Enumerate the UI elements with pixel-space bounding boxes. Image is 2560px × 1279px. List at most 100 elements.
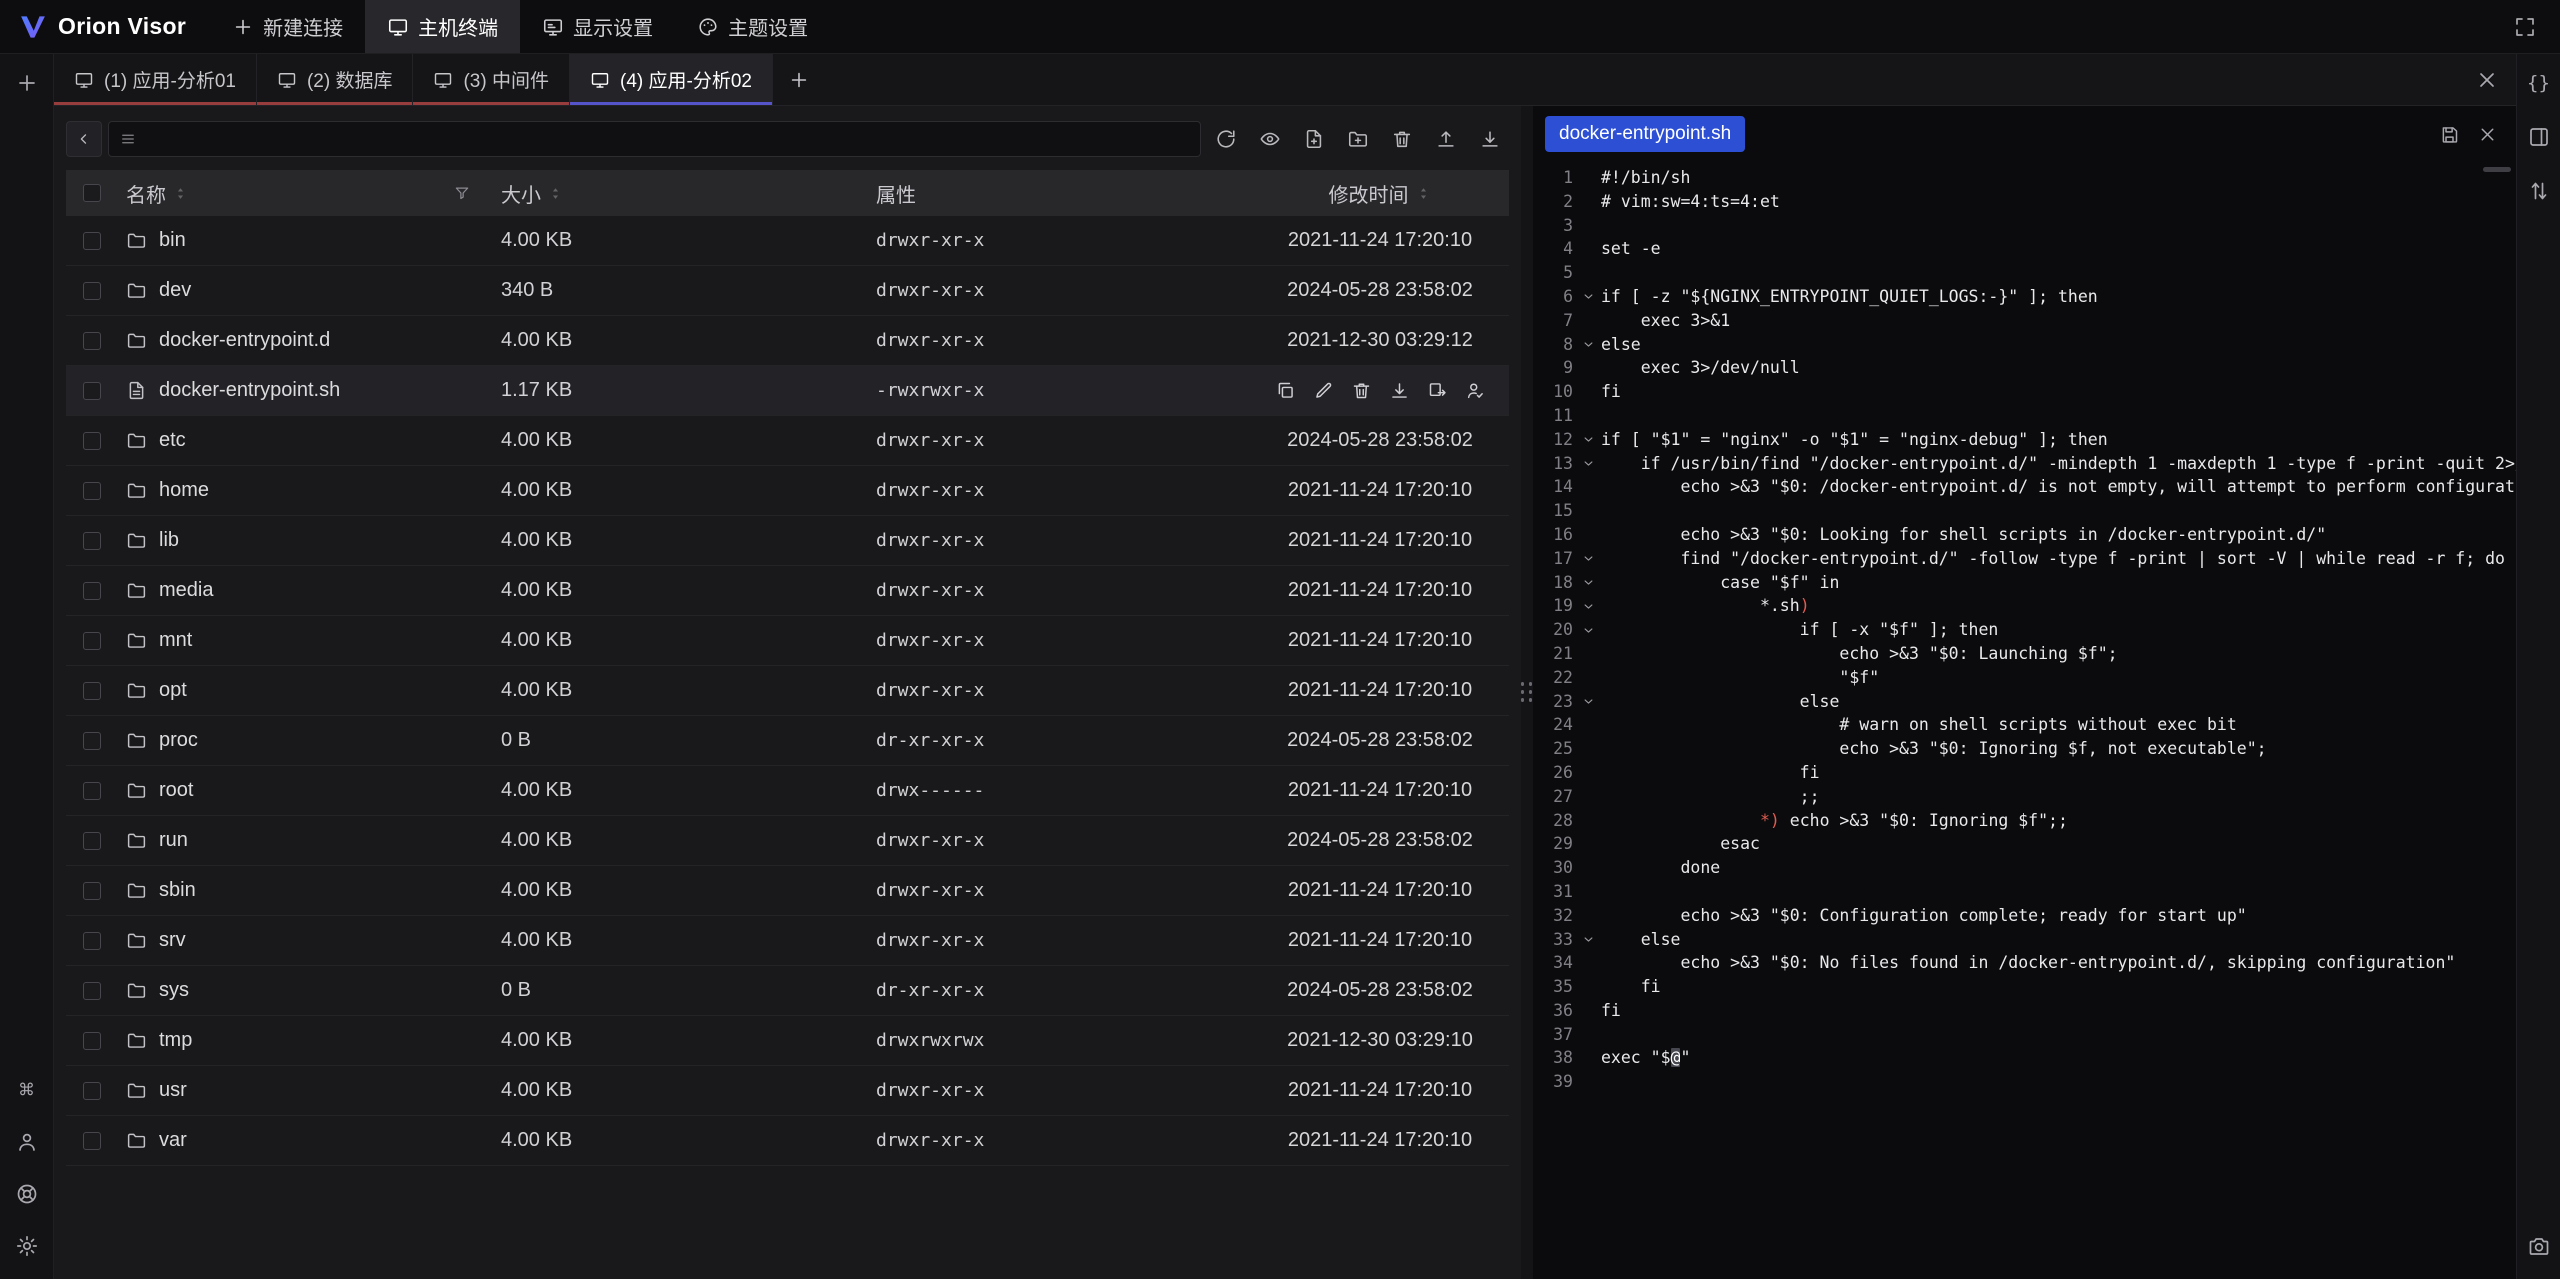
close-editor-button[interactable] <box>2470 117 2504 151</box>
path-input[interactable] <box>108 121 1201 157</box>
row-checkbox[interactable] <box>83 582 101 600</box>
fold-chevron-icon[interactable] <box>1575 928 1601 952</box>
row-permission-button[interactable] <box>1465 380 1486 401</box>
row-checkbox[interactable] <box>83 782 101 800</box>
file-name-cell[interactable]: bin <box>126 229 501 252</box>
file-name-cell[interactable]: root <box>126 779 501 802</box>
refresh-button[interactable] <box>1207 121 1245 157</box>
file-name-cell[interactable]: proc <box>126 729 501 752</box>
file-name-cell[interactable]: lib <box>126 529 501 552</box>
table-row[interactable]: srv4.00 KBdrwxr-xr-x2021-11-24 17:20:10 <box>66 916 1509 966</box>
table-row[interactable]: usr4.00 KBdrwxr-xr-x2021-11-24 17:20:10 <box>66 1066 1509 1116</box>
row-checkbox[interactable] <box>83 1132 101 1150</box>
row-checkbox[interactable] <box>83 482 101 500</box>
select-all-checkbox[interactable] <box>83 184 101 202</box>
support-button[interactable] <box>8 1175 46 1213</box>
swap-button[interactable] <box>2520 172 2558 210</box>
editor-file-tab[interactable]: docker-entrypoint.sh <box>1545 116 1745 152</box>
header-size[interactable]: 大小 <box>501 179 876 208</box>
terminal-tab-2[interactable]: (2) 数据库 <box>257 54 414 105</box>
file-name-cell[interactable]: sys <box>126 979 501 1002</box>
terminal-tab-1[interactable]: (1) 应用-分析01 <box>54 54 257 105</box>
row-checkbox[interactable] <box>83 832 101 850</box>
row-download-button[interactable] <box>1389 380 1410 401</box>
table-row[interactable]: bin4.00 KBdrwxr-xr-x2021-11-24 17:20:10 <box>66 216 1509 266</box>
delete-button[interactable] <box>1383 121 1421 157</box>
row-checkbox[interactable] <box>83 882 101 900</box>
row-checkbox[interactable] <box>83 632 101 650</box>
row-delete-button[interactable] <box>1351 380 1372 401</box>
row-checkbox[interactable] <box>83 432 101 450</box>
file-name-cell[interactable]: docker-entrypoint.d <box>126 329 501 352</box>
file-name-cell[interactable]: etc <box>126 429 501 452</box>
header-name[interactable]: 名称 <box>126 179 501 208</box>
table-row[interactable]: home4.00 KBdrwxr-xr-x2021-11-24 17:20:10 <box>66 466 1509 516</box>
row-checkbox[interactable] <box>83 1032 101 1050</box>
upload-button[interactable] <box>1427 121 1465 157</box>
row-checkbox[interactable] <box>83 682 101 700</box>
new-terminal-button[interactable] <box>8 64 46 102</box>
sort-icon[interactable] <box>547 185 564 202</box>
fold-chevron-icon[interactable] <box>1575 333 1601 357</box>
table-row[interactable]: media4.00 KBdrwxr-xr-x2021-11-24 17:20:1… <box>66 566 1509 616</box>
screenshot-button[interactable] <box>2520 1227 2558 1265</box>
menu-item-0[interactable]: 新建连接 <box>210 0 365 53</box>
row-checkbox[interactable] <box>83 932 101 950</box>
table-row[interactable]: docker-entrypoint.d4.00 KBdrwxr-xr-x2021… <box>66 316 1509 366</box>
close-panel-button[interactable] <box>2468 61 2506 99</box>
table-row[interactable]: run4.00 KBdrwxr-xr-x2024-05-28 23:58:02 <box>66 816 1509 866</box>
user-button[interactable] <box>8 1123 46 1161</box>
scrollbar-thumb[interactable] <box>2483 167 2511 172</box>
fullscreen-button[interactable] <box>2506 8 2544 46</box>
file-name-cell[interactable]: docker-entrypoint.sh <box>126 379 501 402</box>
save-button[interactable] <box>2432 117 2466 151</box>
sort-icon[interactable] <box>172 185 189 202</box>
terminal-tab-3[interactable]: (3) 中间件 <box>413 54 570 105</box>
braces-button[interactable]: {} <box>2520 64 2558 102</box>
file-name-cell[interactable]: tmp <box>126 1029 501 1052</box>
fold-chevron-icon[interactable] <box>1575 428 1601 452</box>
sort-icon[interactable] <box>1415 185 1432 202</box>
shortcut-button[interactable]: ⌘ <box>8 1071 46 1109</box>
file-name-cell[interactable]: dev <box>126 279 501 302</box>
table-row[interactable]: sbin4.00 KBdrwxr-xr-x2021-11-24 17:20:10 <box>66 866 1509 916</box>
menu-item-2[interactable]: 显示设置 <box>520 0 675 53</box>
row-checkbox[interactable] <box>83 732 101 750</box>
table-row[interactable]: var4.00 KBdrwxr-xr-x2021-11-24 17:20:10 <box>66 1116 1509 1166</box>
table-row[interactable]: sys0 Bdr-xr-xr-x2024-05-28 23:58:02 <box>66 966 1509 1016</box>
settings-button[interactable] <box>8 1227 46 1265</box>
table-row[interactable]: lib4.00 KBdrwxr-xr-x2021-11-24 17:20:10 <box>66 516 1509 566</box>
table-row[interactable]: proc0 Bdr-xr-xr-x2024-05-28 23:58:02 <box>66 716 1509 766</box>
file-name-cell[interactable]: home <box>126 479 501 502</box>
row-checkbox[interactable] <box>83 532 101 550</box>
row-edit-button[interactable] <box>1313 380 1334 401</box>
fold-chevron-icon[interactable] <box>1575 547 1601 571</box>
download-button[interactable] <box>1471 121 1509 157</box>
row-copy-button[interactable] <box>1275 380 1296 401</box>
file-name-cell[interactable]: usr <box>126 1079 501 1102</box>
menu-item-1[interactable]: 主机终端 <box>365 0 520 53</box>
terminal-tab-4[interactable]: (4) 应用-分析02 <box>570 54 773 105</box>
file-name-cell[interactable]: opt <box>126 679 501 702</box>
file-name-cell[interactable]: var <box>126 1129 501 1152</box>
layout-button[interactable] <box>2520 118 2558 156</box>
back-button[interactable] <box>66 121 102 157</box>
table-row[interactable]: docker-entrypoint.sh1.17 KB-rwxrwxr-x <box>66 366 1509 416</box>
table-row[interactable]: mnt4.00 KBdrwxr-xr-x2021-11-24 17:20:10 <box>66 616 1509 666</box>
table-row[interactable]: etc4.00 KBdrwxr-xr-x2024-05-28 23:58:02 <box>66 416 1509 466</box>
new-file-button[interactable] <box>1295 121 1333 157</box>
add-tab-button[interactable] <box>773 54 825 105</box>
row-checkbox[interactable] <box>83 332 101 350</box>
file-name-cell[interactable]: media <box>126 579 501 602</box>
file-name-cell[interactable]: srv <box>126 929 501 952</box>
code-area[interactable]: 1#!/bin/sh2# vim:sw=4:ts=4:et34set -e56i… <box>1533 162 2516 1279</box>
fold-chevron-icon[interactable] <box>1575 594 1601 618</box>
filter-icon[interactable] <box>453 184 471 202</box>
fold-chevron-icon[interactable] <box>1575 452 1601 476</box>
fold-chevron-icon[interactable] <box>1575 690 1601 714</box>
row-checkbox[interactable] <box>83 382 101 400</box>
file-name-cell[interactable]: sbin <box>126 879 501 902</box>
row-move-button[interactable] <box>1427 380 1448 401</box>
header-mtime[interactable]: 修改时间 <box>1251 179 1509 208</box>
preview-button[interactable] <box>1251 121 1289 157</box>
